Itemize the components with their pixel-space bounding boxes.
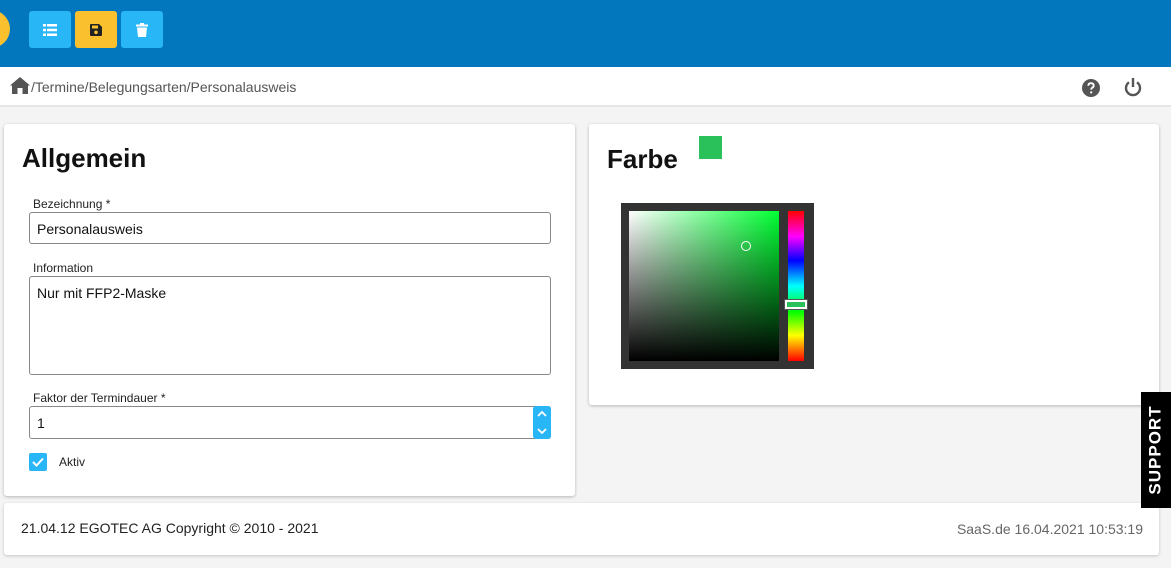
name-value: Personalausweis bbox=[37, 221, 143, 237]
footer-status: SaaS.de 16.04.2021 10:53:19 bbox=[956, 521, 1143, 537]
copyright-text: 21.04.12 EGOTEC AG Copyright © 2010 - 20… bbox=[21, 520, 319, 536]
list-icon bbox=[43, 23, 57, 36]
checkmark-icon bbox=[32, 457, 44, 467]
color-title: Farbe bbox=[607, 144, 678, 174]
home-icon[interactable] bbox=[10, 77, 30, 94]
info-value: Nur mit FFP2-Maske bbox=[37, 285, 167, 301]
factor-label: Faktor der Termindauer * bbox=[33, 391, 166, 405]
chevron-up-icon[interactable] bbox=[537, 411, 547, 417]
hue-slider-handle[interactable] bbox=[784, 299, 808, 310]
info-textarea[interactable]: Nur mit FFP2-Maske bbox=[29, 276, 551, 375]
help-icon[interactable] bbox=[1082, 79, 1100, 97]
list-button[interactable] bbox=[29, 11, 71, 48]
save-button[interactable] bbox=[75, 11, 117, 48]
support-tab[interactable]: SUPPORT bbox=[1141, 392, 1171, 508]
chevron-down-icon[interactable] bbox=[537, 428, 547, 434]
color-picker bbox=[621, 203, 814, 369]
general-title: Allgemein bbox=[22, 143, 147, 173]
support-label: SUPPORT bbox=[1146, 405, 1165, 495]
selected-color-swatch bbox=[699, 136, 722, 159]
factor-stepper[interactable]: 1 bbox=[29, 406, 551, 439]
menu-fab-button[interactable] bbox=[0, 10, 10, 48]
save-icon bbox=[90, 23, 102, 36]
saturation-value-area[interactable] bbox=[629, 211, 779, 361]
factor-value: 1 bbox=[37, 415, 45, 431]
name-field[interactable]: Personalausweis bbox=[29, 212, 551, 244]
active-label: Aktiv bbox=[59, 455, 86, 469]
color-cursor[interactable] bbox=[741, 241, 751, 251]
delete-button[interactable] bbox=[121, 11, 163, 48]
stepper-buttons[interactable] bbox=[533, 406, 551, 439]
color-card: Farbe bbox=[589, 124, 1159, 405]
general-card: Allgemein Bezeichnung * Personalausweis … bbox=[4, 124, 575, 496]
top-toolbar bbox=[0, 0, 1171, 67]
breadcrumb[interactable]: /Termine/Belegungsarten/Personalausweis bbox=[31, 79, 296, 95]
hue-slider[interactable] bbox=[788, 211, 804, 361]
footer: 21.04.12 EGOTEC AG Copyright © 2010 - 20… bbox=[4, 503, 1159, 555]
info-label: Information bbox=[33, 261, 94, 275]
trash-icon bbox=[136, 22, 148, 37]
breadcrumb-bar: /Termine/Belegungsarten/Personalausweis bbox=[0, 67, 1171, 107]
active-checkbox[interactable] bbox=[29, 453, 47, 471]
power-icon[interactable] bbox=[1124, 78, 1142, 97]
name-label: Bezeichnung * bbox=[33, 197, 111, 211]
